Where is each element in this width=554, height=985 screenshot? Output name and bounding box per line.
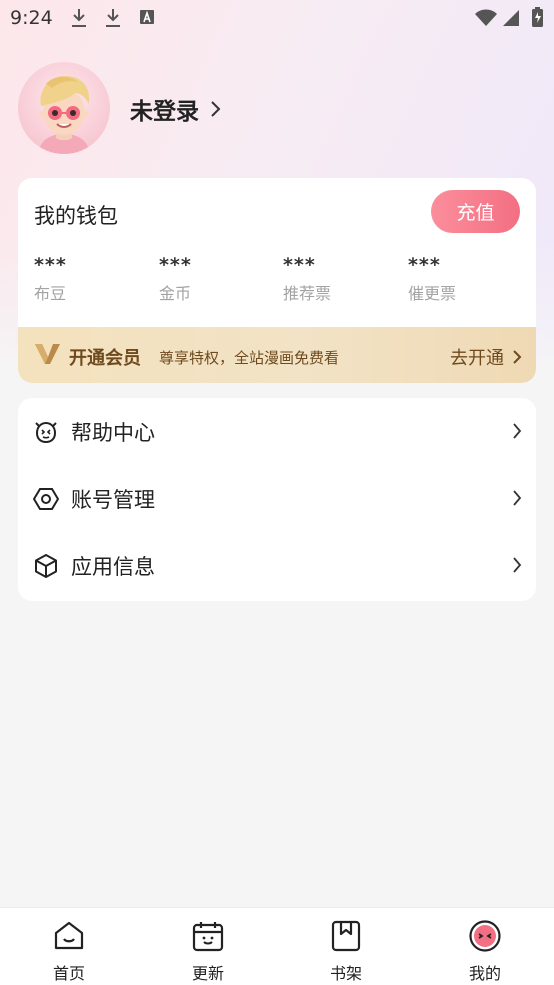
vip-v-icon <box>35 344 60 364</box>
stat-label: 金币 <box>159 284 192 303</box>
signal-icon <box>503 10 519 26</box>
stat-label: 布豆 <box>34 284 67 303</box>
stat-recommend-tickets[interactable]: *** 推荐票 <box>283 254 393 304</box>
chevron-right-icon <box>513 490 522 506</box>
login-link[interactable]: 未登录 <box>130 92 221 126</box>
menu-label: 帮助中心 <box>71 420 155 445</box>
wifi-icon <box>475 9 497 26</box>
stat-value: *** <box>283 254 316 276</box>
stat-coins[interactable]: *** 金币 <box>159 254 269 304</box>
a-icon <box>140 10 154 24</box>
stat-urge-tickets[interactable]: *** 催更票 <box>408 254 518 304</box>
status-bar: 9:24 <box>0 0 554 38</box>
tab-bookshelf[interactable]: 书架 <box>296 908 396 985</box>
tab-label: 书架 <box>329 964 362 983</box>
bottom-navigation: 首页 更新 书架 我的 <box>0 907 554 985</box>
menu-item-help-center[interactable]: 帮助中心 <box>18 398 536 465</box>
menu-item-account-management[interactable]: 账号管理 <box>18 465 536 532</box>
wallet-card: 我的钱包 充值 *** 布豆 *** 金币 *** 推荐票 *** 催更票 开通… <box>18 178 536 383</box>
vip-open-label: 去开通 <box>450 348 504 369</box>
vip-title: 开通会员 <box>69 348 141 369</box>
tab-label: 首页 <box>52 964 85 983</box>
vip-open-button[interactable]: 去开通 <box>450 344 522 370</box>
recharge-button[interactable]: 充值 <box>431 190 520 233</box>
stat-budou[interactable]: *** 布豆 <box>34 254 144 304</box>
hexagon-gear-icon <box>33 488 59 510</box>
vip-description: 尊享特权，全站漫画免费看 <box>159 349 340 367</box>
menu-label: 应用信息 <box>71 554 155 579</box>
battery-icon <box>532 7 543 27</box>
stat-label: 催更票 <box>408 284 457 303</box>
chevron-right-icon <box>513 423 522 439</box>
tab-label: 我的 <box>468 964 501 983</box>
download-icon <box>72 9 86 27</box>
calendar-icon <box>192 922 224 952</box>
menu-label: 账号管理 <box>71 487 155 512</box>
home-icon <box>54 921 84 950</box>
stat-value: *** <box>159 254 192 276</box>
stat-label: 推荐票 <box>283 284 332 303</box>
settings-menu-card: 帮助中心 账号管理 应用信息 <box>18 398 536 601</box>
wallet-stats: *** 布豆 *** 金币 *** 推荐票 *** 催更票 <box>34 254 534 314</box>
chevron-right-icon <box>513 557 522 573</box>
tab-mine[interactable]: 我的 <box>435 908 535 985</box>
stat-value: *** <box>408 254 441 276</box>
wallet-title: 我的钱包 <box>34 204 118 228</box>
profile-face-icon <box>469 920 501 952</box>
tab-updates[interactable]: 更新 <box>158 908 258 985</box>
download-icon <box>106 9 120 27</box>
login-status-text: 未登录 <box>130 99 199 125</box>
avatar[interactable] <box>18 62 110 154</box>
stat-value: *** <box>34 254 67 276</box>
menu-item-app-info[interactable]: 应用信息 <box>18 532 536 599</box>
status-time: 9:24 <box>10 7 53 29</box>
bookshelf-icon <box>331 920 361 952</box>
tab-home[interactable]: 首页 <box>19 908 119 985</box>
avatar-illustration <box>38 76 90 154</box>
tab-label: 更新 <box>191 964 224 983</box>
help-face-icon <box>35 421 57 444</box>
chevron-right-icon <box>211 101 221 117</box>
vip-banner[interactable]: 开通会员 尊享特权，全站漫画免费看 去开通 <box>18 327 536 383</box>
box-icon <box>35 554 57 578</box>
chevron-right-icon <box>513 350 522 364</box>
